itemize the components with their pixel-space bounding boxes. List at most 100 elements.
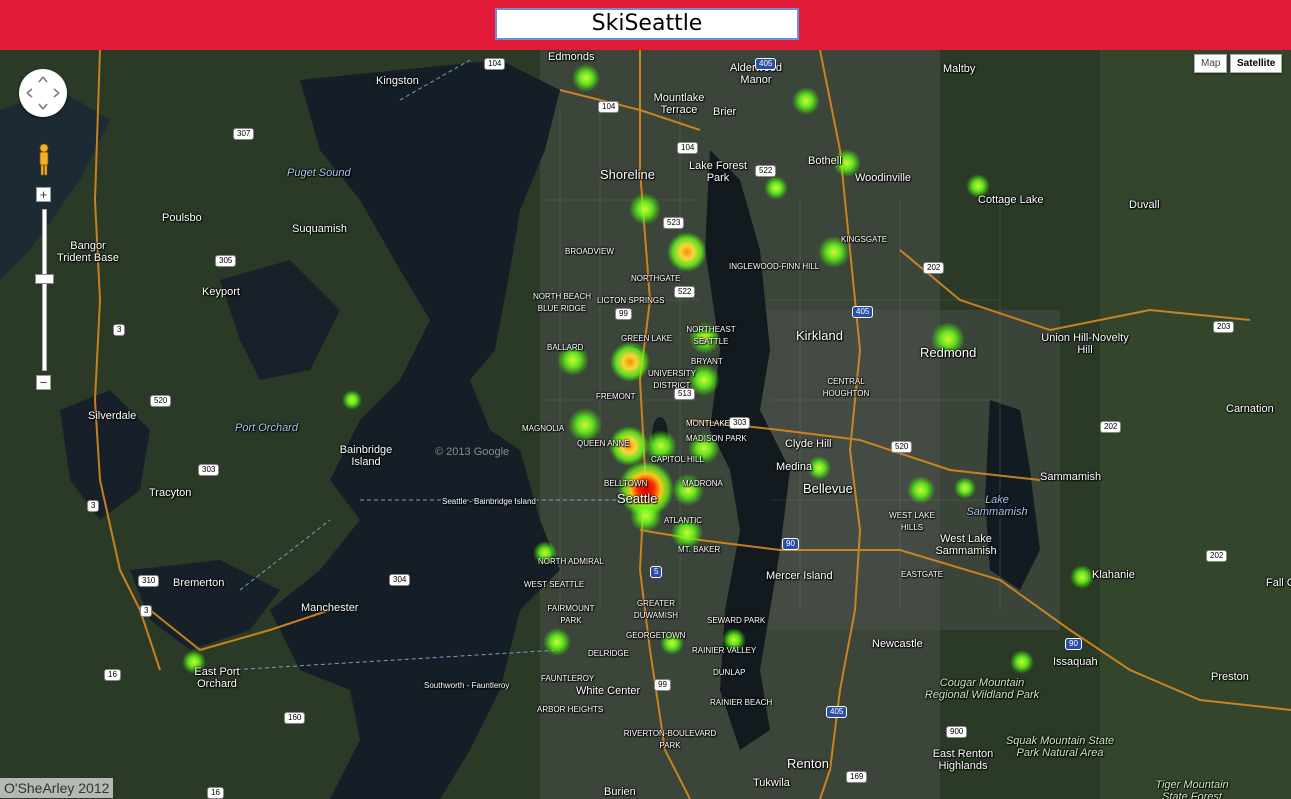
map-type-map-button[interactable]: Map bbox=[1194, 54, 1228, 73]
water-label: Port Orchard bbox=[235, 422, 298, 434]
place-label: BRYANT bbox=[691, 357, 723, 366]
place-label: BROADVIEW bbox=[565, 247, 614, 256]
map-view[interactable]: Edmonds Kingston Alderwood Manor Mountla… bbox=[0, 50, 1291, 799]
place-label: Mountlake Terrace bbox=[653, 92, 705, 116]
place-label: Renton bbox=[787, 756, 829, 771]
place-label: BELLTOWN bbox=[604, 479, 648, 488]
place-label: Cottage Lake bbox=[978, 194, 1044, 206]
place-label: MT. BAKER bbox=[678, 545, 721, 554]
place-label: NORTH ADMIRAL bbox=[538, 557, 604, 566]
place-label: Klahanie bbox=[1092, 569, 1135, 581]
place-label: RAINIER VALLEY bbox=[692, 646, 757, 655]
place-label: Kingston bbox=[376, 75, 419, 87]
place-label: Clyde Hill bbox=[785, 438, 832, 450]
route-shield: 104 bbox=[598, 101, 620, 113]
place-label: Tukwila bbox=[753, 777, 790, 789]
place-label: Kirkland bbox=[796, 328, 843, 343]
place-label: Medina bbox=[776, 461, 813, 473]
place-label: EASTGATE bbox=[901, 570, 944, 579]
place-label: Shoreline bbox=[600, 167, 655, 182]
place-label: Burien bbox=[604, 786, 636, 798]
place-label: Seattle bbox=[617, 491, 658, 506]
place-label: NORTH BEACH BLUE RIDGE bbox=[532, 292, 592, 313]
place-label: Mercer Island bbox=[766, 570, 833, 582]
route-shield: 202 bbox=[1206, 550, 1228, 562]
route-shield: 405 bbox=[852, 306, 874, 318]
place-label: CENTRAL HOUGHTON bbox=[822, 377, 870, 398]
route-shield: 522 bbox=[755, 165, 777, 177]
place-label: KINGSGATE bbox=[841, 235, 888, 244]
place-label: East Renton Highlands bbox=[932, 748, 994, 772]
place-label: BALLARD bbox=[547, 343, 584, 352]
place-label: LICTON SPRINGS bbox=[597, 296, 665, 305]
place-label: MAGNOLIA bbox=[522, 424, 565, 433]
place-label: Issaquah bbox=[1053, 656, 1098, 668]
route-shield: 104 bbox=[484, 58, 506, 70]
zoom-out-button[interactable]: − bbox=[36, 375, 51, 390]
water-label: Puget Sound bbox=[287, 167, 351, 179]
ferry-label: Seattle - Bainbridge Island bbox=[442, 497, 536, 506]
place-label: SEWARD PARK bbox=[707, 616, 766, 625]
place-label: Edmonds bbox=[548, 51, 595, 63]
park-label: Tiger Mountain State Forest bbox=[1155, 779, 1229, 799]
heat-point bbox=[907, 476, 935, 504]
place-label: Bellevue bbox=[803, 481, 853, 496]
place-label: NORTHEAST SEATTLE bbox=[686, 325, 736, 346]
route-shield: 160 bbox=[284, 712, 306, 724]
place-label: MONTLAKE bbox=[686, 419, 731, 428]
heat-point bbox=[629, 193, 661, 225]
place-label: CAPITOL HILL bbox=[651, 455, 704, 464]
pan-control[interactable] bbox=[19, 69, 67, 117]
place-label: FREMONT bbox=[596, 392, 636, 401]
route-shield: 520 bbox=[891, 441, 913, 453]
route-shield: 513 bbox=[674, 388, 696, 400]
route-shield: 3 bbox=[87, 500, 100, 512]
route-shield: 405 bbox=[826, 706, 848, 718]
zoom-slider-track[interactable] bbox=[42, 209, 47, 371]
route-shield: 202 bbox=[1100, 421, 1122, 433]
route-shield: 900 bbox=[946, 726, 968, 738]
park-label: Squak Mountain State Park Natural Area bbox=[1005, 735, 1115, 759]
route-shield: 310 bbox=[138, 575, 160, 587]
place-label: FAIRMOUNT PARK bbox=[547, 604, 595, 625]
place-label: Duvall bbox=[1129, 199, 1160, 211]
zoom-slider-handle[interactable] bbox=[35, 274, 54, 284]
water-label: Lake Sammamish bbox=[966, 494, 1028, 518]
place-label: Sammamish bbox=[1040, 471, 1102, 483]
place-label: DUNLAP bbox=[713, 668, 746, 677]
route-shield: 520 bbox=[150, 395, 172, 407]
heat-point bbox=[792, 87, 820, 115]
place-label: QUEEN ANNE bbox=[577, 439, 630, 448]
place-label: Fall City bbox=[1266, 577, 1291, 589]
place-label: Preston bbox=[1211, 671, 1249, 683]
copyright-text: O'SheArley 2012 bbox=[0, 778, 114, 798]
pegman-icon[interactable] bbox=[37, 143, 51, 177]
header-bar: SkiSeattle bbox=[0, 0, 1291, 50]
place-label: RAINIER BEACH bbox=[710, 698, 773, 707]
place-label: Manchester bbox=[301, 602, 359, 614]
place-label: Suquamish bbox=[292, 223, 348, 235]
place-label: MADRONA bbox=[682, 479, 723, 488]
heat-point bbox=[764, 176, 788, 200]
heat-point bbox=[667, 232, 707, 272]
pan-arrows-icon bbox=[26, 76, 60, 110]
place-label: Keyport bbox=[202, 286, 240, 298]
place-label: ARBOR HEIGHTS bbox=[537, 705, 604, 714]
place-label: GEORGETOWN bbox=[626, 631, 686, 640]
route-shield: 3 bbox=[140, 605, 153, 617]
place-label: Lake Forest Park bbox=[688, 160, 748, 184]
place-label: White Center bbox=[576, 685, 641, 697]
place-label: ATLANTIC bbox=[664, 516, 703, 525]
place-label: Silverdale bbox=[88, 410, 137, 422]
zoom-in-button[interactable]: + bbox=[36, 187, 51, 202]
route-shield: 99 bbox=[654, 679, 671, 691]
map-type-satellite-button[interactable]: Satellite bbox=[1230, 54, 1283, 73]
route-shield: 522 bbox=[674, 286, 696, 298]
ferry-label: Southworth - Fauntleroy bbox=[424, 681, 510, 690]
route-shield: 405 bbox=[755, 58, 777, 70]
route-shield: 523 bbox=[663, 217, 685, 229]
route-shield: 90 bbox=[782, 538, 799, 550]
heat-point bbox=[543, 628, 571, 656]
route-shield: 5 bbox=[650, 566, 663, 578]
place-label: RIVERTON-BOULEVARD PARK bbox=[623, 729, 717, 750]
